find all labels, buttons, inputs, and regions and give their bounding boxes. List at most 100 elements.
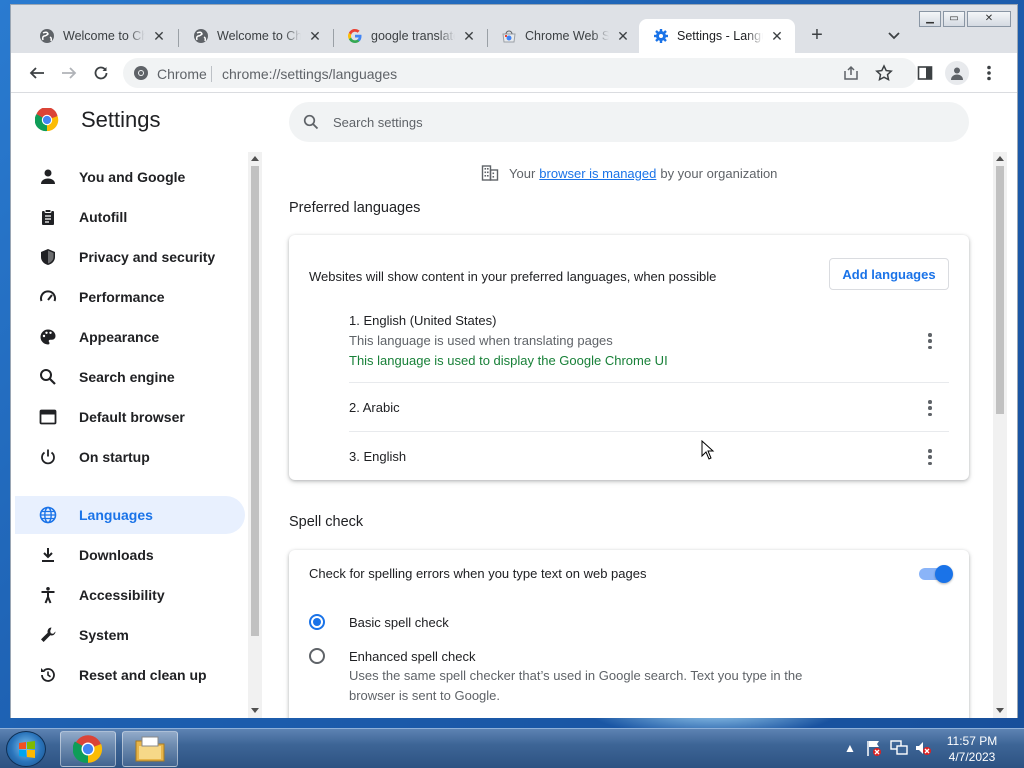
language-ui-note: This language is used to display the Goo…: [349, 353, 668, 368]
forward-arrow-icon[interactable]: [59, 63, 79, 83]
tab-welcome-1[interactable]: Welcome to Chrome ✕: [25, 19, 177, 53]
browser-icon: [37, 406, 59, 428]
scroll-up-arrow-icon[interactable]: [251, 156, 259, 161]
chrome-icon: [73, 735, 103, 763]
reset-icon: [37, 664, 59, 686]
tab-label: Chrome Web Store: [525, 29, 609, 43]
taskbar-file-explorer-button[interactable]: [122, 731, 178, 767]
maximize-button[interactable]: ▭: [943, 11, 965, 27]
sidebar-item-appearance[interactable]: Appearance: [15, 318, 245, 356]
enhanced-spell-check-label[interactable]: Enhanced spell check: [349, 649, 475, 664]
enhanced-spell-check-radio[interactable]: [309, 648, 325, 664]
scroll-up-arrow-icon[interactable]: [996, 156, 1004, 161]
sidebar-item-label: Accessibility: [79, 587, 165, 603]
sidebar-item-privacy-and-security[interactable]: Privacy and security: [15, 238, 245, 276]
sidebar-item-downloads[interactable]: Downloads: [15, 536, 245, 574]
sidebar-scrollbar[interactable]: [248, 152, 262, 718]
tab-label: Welcome to Chrome: [217, 29, 301, 43]
language-more-actions-icon[interactable]: [925, 333, 935, 349]
chrome-window: Welcome to Chrome ✕ Welcome to Chrome ✕ …: [10, 4, 1018, 718]
share-icon[interactable]: [843, 65, 859, 81]
more-menu-icon[interactable]: [979, 63, 999, 83]
main-scroll-thumb[interactable]: [996, 166, 1004, 414]
close-tab-icon[interactable]: ✕: [615, 28, 631, 44]
close-tab-icon[interactable]: ✕: [461, 28, 477, 44]
basic-spell-check-radio[interactable]: [309, 614, 325, 630]
side-panel-icon[interactable]: [915, 63, 935, 83]
spell-check-toggle-label: Check for spelling errors when you type …: [309, 566, 647, 581]
scroll-down-arrow-icon[interactable]: [251, 708, 259, 713]
back-arrow-icon[interactable]: [27, 63, 47, 83]
browser-managed-link[interactable]: browser is managed: [539, 166, 656, 181]
sidebar-item-system[interactable]: System: [15, 616, 245, 654]
tab-label: google translate: [371, 29, 455, 43]
speedometer-icon: [37, 286, 59, 308]
language-more-actions-icon[interactable]: [925, 449, 935, 465]
clock-date: 4/7/2023: [948, 750, 996, 764]
sidebar-item-on-startup[interactable]: On startup: [15, 438, 245, 476]
tab-settings-languages[interactable]: Settings - Languages ✕: [639, 19, 795, 53]
sidebar-item-reset-and-clean-up[interactable]: Reset and clean up: [15, 656, 245, 694]
web-store-icon: [501, 28, 517, 44]
sidebar-item-performance[interactable]: Performance: [15, 278, 245, 316]
download-icon: [37, 544, 59, 566]
sidebar-item-label: Autofill: [79, 209, 128, 225]
basic-spell-check-label[interactable]: Basic spell check: [349, 615, 449, 630]
bookmark-star-icon[interactable]: [875, 64, 893, 82]
taskbar-clock[interactable]: 11:57 PM 4/7/2023: [930, 733, 1014, 765]
tab-label: Welcome to Chrome: [63, 29, 145, 43]
sidebar-item-you-and-google[interactable]: You and Google: [15, 158, 245, 196]
windows-taskbar: ▲ 11:57 PM 4/7/2023: [0, 728, 1024, 768]
main-scrollbar[interactable]: [993, 152, 1007, 718]
omnibox-site-label: Chrome: [157, 66, 207, 82]
file-explorer-icon: [135, 736, 165, 762]
sidebar-item-autofill[interactable]: Autofill: [15, 198, 245, 236]
tab-search-chevron-icon[interactable]: [885, 28, 903, 44]
sidebar-item-search-engine[interactable]: Search engine: [15, 358, 245, 396]
search-settings-box[interactable]: [289, 102, 969, 142]
search-input[interactable]: [333, 112, 933, 132]
sidebar-item-label: Privacy and security: [79, 249, 216, 265]
address-bar[interactable]: Chrome chrome://settings/languages: [123, 58, 917, 88]
network-icon[interactable]: [890, 739, 908, 757]
language-divider: [349, 382, 949, 383]
reload-icon[interactable]: [91, 63, 111, 83]
add-languages-button[interactable]: Add languages: [829, 258, 949, 290]
gear-icon: [653, 28, 669, 44]
sidebar-item-accessibility[interactable]: Accessibility: [15, 576, 245, 614]
scroll-down-arrow-icon[interactable]: [996, 708, 1004, 713]
close-tab-icon[interactable]: ✕: [151, 28, 167, 44]
tab-welcome-2[interactable]: Welcome to Chrome ✕: [179, 19, 333, 53]
search-icon: [37, 366, 59, 388]
tab-chrome-web-store[interactable]: Chrome Web Store ✕: [487, 19, 641, 53]
omnibox-url[interactable]: chrome://settings/languages: [222, 66, 397, 82]
show-hidden-icons-arrow-icon[interactable]: ▲: [844, 741, 856, 755]
chrome-logo-icon: [34, 107, 59, 132]
power-icon: [37, 446, 59, 468]
building-icon: [481, 164, 499, 182]
sidebar-item-label: You and Google: [79, 169, 186, 185]
tab-google-translate[interactable]: google translate ✕: [333, 19, 487, 53]
tab-strip: Welcome to Chrome ✕ Welcome to Chrome ✕ …: [11, 5, 1017, 53]
sidebar-item-languages[interactable]: Languages: [15, 496, 245, 534]
profile-avatar-icon[interactable]: [945, 61, 969, 85]
minimize-button[interactable]: ▁: [919, 11, 941, 27]
taskbar-chrome-button[interactable]: [60, 731, 116, 767]
start-button[interactable]: [6, 731, 46, 767]
language-more-actions-icon[interactable]: [925, 400, 935, 416]
wrench-icon: [37, 624, 59, 646]
sidebar-scroll-thumb[interactable]: [251, 166, 259, 636]
sidebar-item-label: Downloads: [79, 547, 154, 563]
action-center-flag-icon[interactable]: [866, 739, 882, 757]
close-tab-icon[interactable]: ✕: [769, 28, 785, 44]
new-tab-button[interactable]: +: [807, 25, 827, 46]
preferred-languages-card: Websites will show content in your prefe…: [289, 235, 969, 480]
settings-sidebar: You and Google Autofill Privacy and secu…: [11, 154, 261, 718]
close-window-button[interactable]: ✕: [967, 11, 1011, 27]
close-tab-icon[interactable]: ✕: [307, 28, 323, 44]
sidebar-item-label: Default browser: [79, 409, 185, 425]
sidebar-item-default-browser[interactable]: Default browser: [15, 398, 245, 436]
sidebar-item-label: Languages: [79, 507, 153, 523]
spell-check-toggle[interactable]: [917, 565, 953, 583]
spell-check-card: Check for spelling errors when you type …: [289, 550, 969, 718]
